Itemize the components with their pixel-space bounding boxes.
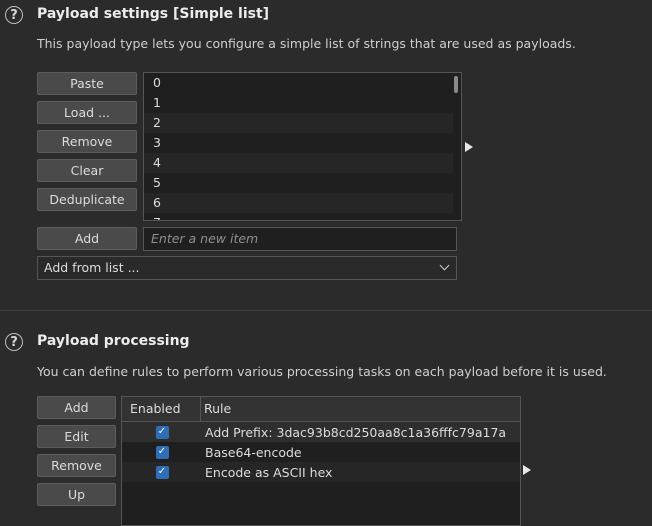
add-rule-button[interactable]: Add — [37, 396, 116, 419]
list-item[interactable]: 7 — [144, 213, 453, 220]
table-row[interactable]: ✓ Encode as ASCII hex — [122, 462, 520, 482]
move-up-button[interactable]: Up — [37, 483, 116, 506]
list-item[interactable]: 4 — [144, 153, 453, 173]
list-scrollbar[interactable] — [454, 76, 458, 93]
rule-cell: Base64-encode — [205, 444, 302, 460]
table-header: Enabled Rule — [122, 397, 520, 422]
chevron-down-icon — [439, 260, 450, 271]
section-description: You can define rules to perform various … — [37, 364, 607, 379]
rule-cell: Encode as ASCII hex — [205, 464, 333, 480]
clear-button[interactable]: Clear — [37, 159, 137, 182]
table-row[interactable]: ✓ Base64-encode — [122, 442, 520, 462]
help-icon[interactable]: ? — [5, 6, 23, 24]
section-divider — [0, 310, 652, 311]
deduplicate-button[interactable]: Deduplicate — [37, 188, 137, 211]
new-item-input[interactable]: Enter a new item — [143, 227, 457, 251]
enabled-checkbox[interactable]: ✓ — [155, 465, 169, 479]
load-button[interactable]: Load ... — [37, 101, 137, 124]
help-icon[interactable]: ? — [5, 333, 23, 351]
list-item[interactable]: 5 — [144, 173, 453, 193]
list-item[interactable]: 2 — [144, 113, 453, 133]
edit-rule-button[interactable]: Edit — [37, 425, 116, 448]
column-header-rule[interactable]: Rule — [201, 397, 231, 421]
section-title-payload-settings: Payload settings [Simple list] — [37, 6, 270, 22]
help-glyph: ? — [10, 7, 18, 23]
add-from-list-dropdown[interactable]: Add from list ... — [37, 256, 457, 280]
list-item[interactable]: 6 — [144, 193, 453, 213]
paste-button[interactable]: Paste — [37, 72, 137, 95]
expand-arrow-icon[interactable] — [465, 142, 473, 152]
processing-rules-table[interactable]: Enabled Rule ✓ Add Prefix: 3dac93b8cd250… — [121, 396, 521, 526]
list-item[interactable]: 0 — [144, 73, 453, 93]
enabled-checkbox[interactable]: ✓ — [155, 425, 169, 439]
section-title-payload-processing: Payload processing — [37, 333, 190, 349]
section-description: This payload type lets you configure a s… — [37, 36, 576, 51]
rule-cell: Add Prefix: 3dac93b8cd250aa8c1a36fffc79a… — [205, 424, 507, 440]
column-header-enabled[interactable]: Enabled — [122, 397, 201, 421]
remove-rule-button[interactable]: Remove — [37, 454, 116, 477]
remove-button[interactable]: Remove — [37, 130, 137, 153]
expand-arrow-icon[interactable] — [523, 465, 531, 475]
list-item[interactable]: 1 — [144, 93, 453, 113]
list-item[interactable]: 3 — [144, 133, 453, 153]
add-from-list-label: Add from list ... — [44, 260, 140, 275]
enabled-checkbox[interactable]: ✓ — [155, 445, 169, 459]
add-item-button[interactable]: Add — [37, 227, 137, 250]
table-row[interactable]: ✓ Add Prefix: 3dac93b8cd250aa8c1a36fffc7… — [122, 422, 520, 442]
payload-list[interactable]: 0 1 2 3 4 5 6 7 — [143, 72, 462, 221]
help-glyph: ? — [10, 334, 18, 350]
